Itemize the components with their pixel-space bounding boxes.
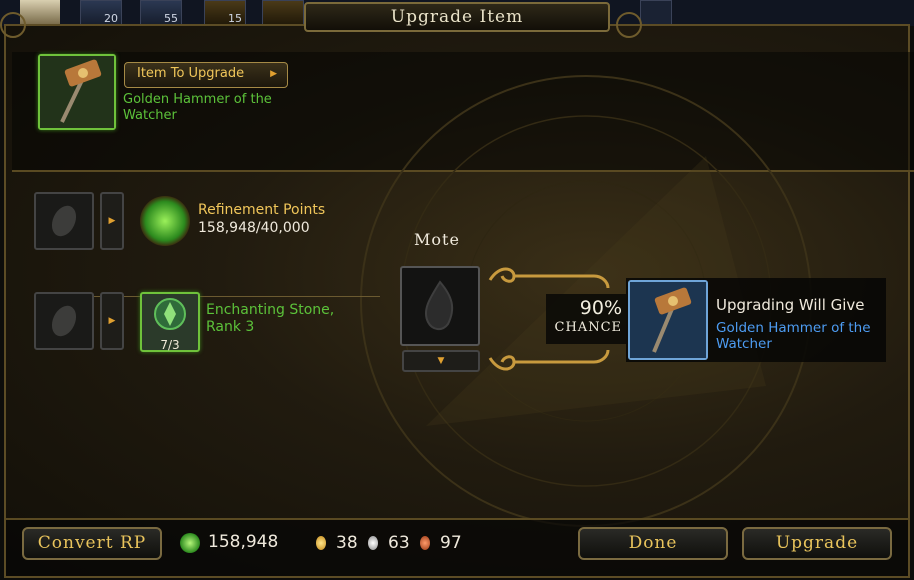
upgrade-window: Item To Upgrade ▶ Golden Hammer of the W…	[0, 12, 914, 578]
gold-coin-icon	[316, 536, 326, 550]
done-button[interactable]: Done	[578, 527, 728, 560]
upgrade-button[interactable]: Upgrade	[742, 527, 892, 560]
copper-coin-icon	[420, 536, 430, 550]
mote-icon	[424, 280, 454, 330]
hotbar-slot[interactable]: 55	[140, 0, 182, 26]
convert-rp-button[interactable]: Convert RP	[22, 527, 162, 560]
corner-ornament	[0, 12, 26, 38]
item-to-upgrade-name: Golden Hammer of the Watcher	[123, 92, 272, 123]
hotbar-slot[interactable]	[640, 0, 672, 26]
chance-percent: 90%	[579, 297, 622, 319]
chevron-right-icon: ▶	[270, 69, 277, 79]
hotbar-slot[interactable]: 15	[204, 0, 246, 26]
silver-amount: 63	[388, 533, 410, 553]
enchanting-stone-count: 7/3	[160, 338, 180, 352]
hotbar-slot[interactable]: 20	[80, 0, 122, 26]
silver-coin-icon	[368, 536, 378, 550]
chance-panel: 90% Chance	[546, 294, 626, 344]
item-to-upgrade-label: Item To Upgrade	[137, 66, 245, 81]
hammer-icon	[40, 56, 114, 128]
enchanting-empty-slot[interactable]	[34, 292, 94, 350]
empty-slot-icon	[51, 205, 77, 237]
mote-label: Mote	[414, 230, 460, 249]
result-item-slot[interactable]	[628, 280, 708, 360]
item-to-upgrade-button[interactable]: Item To Upgrade ▶	[124, 62, 288, 88]
enchanting-stone-slot[interactable]: 7/3	[140, 292, 200, 352]
enchanting-stone-name: Enchanting Stone, Rank 3	[206, 302, 335, 335]
corner-ornament	[616, 12, 642, 38]
window-title: Upgrade Item	[304, 2, 610, 32]
enchanting-arrow-button[interactable]: ▶	[100, 292, 124, 350]
copper-amount: 97	[440, 533, 462, 553]
chance-label: Chance	[554, 320, 622, 335]
hotbar-slot[interactable]	[262, 0, 304, 26]
ornate-connector-top	[488, 267, 610, 289]
enchant-stone-icon	[154, 298, 186, 330]
hotbar-slot-scroll[interactable]	[20, 0, 60, 24]
hammer-icon	[630, 282, 706, 358]
result-item-name: Golden Hammer of the Watcher	[716, 320, 871, 352]
mote-dropdown-button[interactable]: ▼	[402, 350, 480, 372]
rp-total: 158,948	[208, 532, 279, 552]
gold-amount: 38	[336, 533, 358, 553]
refinement-empty-slot[interactable]	[34, 192, 94, 250]
ornate-connector-bottom	[488, 349, 610, 371]
rp-icon	[180, 533, 200, 553]
refinement-label: Refinement Points	[198, 202, 326, 218]
mote-slot[interactable]	[400, 266, 480, 346]
item-to-upgrade-slot[interactable]	[38, 54, 116, 130]
refinement-value: 158,948/40,000	[198, 220, 310, 236]
refinement-arrow-button[interactable]: ▶	[100, 192, 124, 250]
empty-slot-icon	[51, 305, 77, 337]
result-heading: Upgrading Will Give	[716, 296, 865, 314]
refinement-icon	[140, 196, 190, 246]
